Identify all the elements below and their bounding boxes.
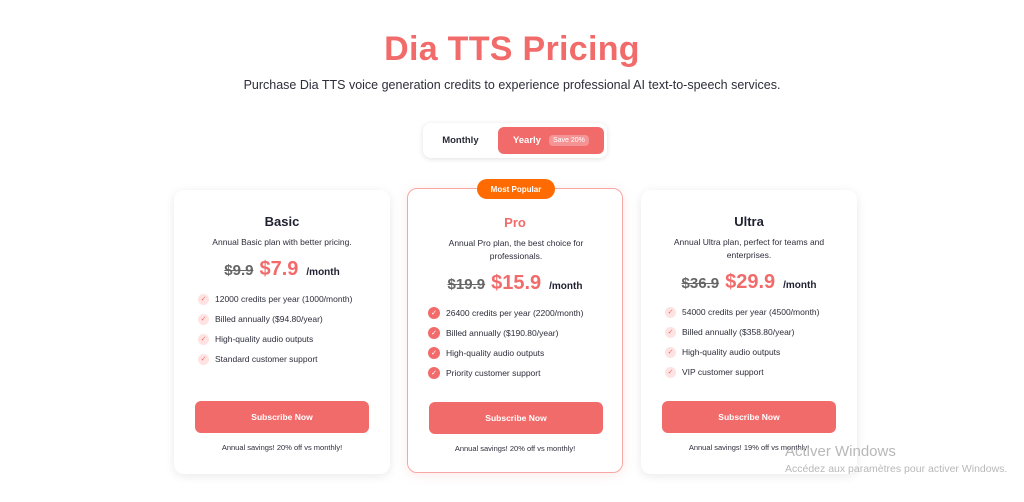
billing-toggle: Monthly Yearly Save 20%: [423, 123, 607, 158]
check-circle-icon: ✓: [428, 367, 440, 379]
yearly-label: Yearly: [512, 135, 541, 146]
plan-card-basic: Basic Annual Basic plan with better pric…: [174, 190, 390, 474]
check-circle-icon: ✓: [198, 333, 209, 345]
check-circle-icon: ✓: [198, 353, 209, 365]
subscribe-button-pro[interactable]: Subscribe Now: [429, 402, 603, 434]
feature-text: VIP customer support: [682, 367, 764, 377]
feature-text: 54000 credits per year (4500/month): [682, 307, 820, 317]
feature-list: ✓ 26400 credits per year (2200/month) ✓ Bi…: [428, 303, 584, 383]
subscribe-button-basic[interactable]: Subscribe Now: [195, 401, 369, 433]
check-circle-icon: ✓: [428, 327, 440, 339]
plan-card-ultra: Ultra Annual Ultra plan, perfect for tea…: [641, 190, 857, 474]
watermark-title: Activer Windows: [785, 443, 896, 460]
old-price: $36.9: [681, 275, 720, 292]
feature-text: Priority customer support: [446, 368, 541, 378]
price-row: $36.9 $29.9 /month: [641, 271, 857, 294]
feature-text: Billed annually ($94.80/year): [215, 314, 323, 324]
feature-item: ✓ High-quality audio outputs: [198, 329, 353, 349]
subscribe-button-ultra[interactable]: Subscribe Now: [662, 401, 836, 433]
feature-text: High-quality audio outputs: [446, 348, 545, 358]
watermark-subtitle: Accédez aux paramètres pour activer Wind…: [785, 463, 1008, 475]
plan-name: Pro: [504, 215, 526, 230]
current-price: $15.9: [491, 272, 542, 294]
old-price: $9.9: [224, 262, 254, 279]
price-period: /month: [549, 281, 583, 292]
feature-item: ✓ High-quality audio outputs: [428, 343, 584, 363]
current-price: $7.9: [259, 258, 299, 280]
feature-text: Billed annually ($190.80/year): [446, 328, 559, 338]
check-circle-icon: ✓: [665, 346, 676, 358]
check-circle-icon: ✓: [428, 307, 440, 319]
check-circle-icon: ✓: [665, 306, 676, 318]
feature-item: ✓ VIP customer support: [665, 362, 820, 382]
yearly-toggle-button[interactable]: Yearly Save 20%: [497, 127, 604, 154]
feature-text: Billed annually ($358.80/year): [682, 327, 795, 337]
plan-description: Annual Pro plan, the best choice for pro…: [448, 238, 584, 261]
feature-text: High-quality audio outputs: [215, 334, 314, 344]
check-circle-icon: ✓: [428, 347, 440, 359]
plan-card-pro: Most Popular Pro Annual Pro plan, the be…: [407, 179, 623, 473]
most-popular-badge: Most Popular: [477, 179, 555, 199]
feature-item: ✓ Billed annually ($358.80/year): [665, 322, 820, 342]
feature-item: ✓ 26400 credits per year (2200/month): [428, 303, 584, 323]
old-price: $19.9: [447, 276, 486, 293]
windows-activation-watermark: Activer Windows Accédez aux paramètres p…: [785, 443, 1007, 475]
current-price: $29.9: [725, 271, 776, 293]
feature-item: ✓ Billed annually ($190.80/year): [428, 323, 584, 343]
feature-item: ✓ 12000 credits per year (1000/month): [198, 289, 353, 309]
annual-savings-note: Annual savings! 20% off vs monthly!: [221, 443, 343, 452]
feature-item: ✓ Standard customer support: [198, 349, 353, 369]
price-period: /month: [306, 267, 340, 278]
page-subtitle: Purchase Dia TTS voice generation credit…: [243, 78, 781, 92]
feature-list: ✓ 54000 credits per year (4500/month) ✓ Bi…: [665, 302, 820, 382]
feature-item: ✓ 54000 credits per year (4500/month): [665, 302, 820, 322]
check-circle-icon: ✓: [198, 313, 209, 325]
feature-text: 12000 credits per year (1000/month): [215, 294, 353, 304]
check-circle-icon: ✓: [665, 326, 676, 338]
check-circle-icon: ✓: [665, 366, 676, 378]
price-row: $9.9 $7.9 /month: [174, 258, 390, 281]
price-period: /month: [783, 280, 817, 291]
feature-text: Standard customer support: [215, 354, 318, 364]
check-circle-icon: ✓: [198, 293, 209, 305]
feature-item: ✓ Priority customer support: [428, 363, 584, 383]
feature-item: ✓ High-quality audio outputs: [665, 342, 820, 362]
annual-savings-note: Annual savings! 20% off vs monthly!: [454, 444, 576, 453]
plan-description: Annual Basic plan with better pricing.: [212, 237, 352, 247]
monthly-toggle-button[interactable]: Monthly: [426, 126, 495, 155]
feature-item: ✓ Billed annually ($94.80/year): [198, 309, 353, 329]
feature-list: ✓ 12000 credits per year (1000/month) ✓ Bi…: [198, 289, 353, 369]
save-badge: Save 20%: [548, 135, 589, 146]
plan-description: Annual Ultra plan, perfect for teams and…: [673, 237, 825, 260]
plan-name: Ultra: [734, 214, 764, 229]
feature-text: High-quality audio outputs: [682, 347, 781, 357]
plan-name: Basic: [264, 214, 300, 229]
price-row: $19.9 $15.9 /month: [408, 272, 622, 295]
feature-text: 26400 credits per year (2200/month): [446, 308, 584, 318]
page-title: Dia TTS Pricing: [384, 30, 640, 68]
